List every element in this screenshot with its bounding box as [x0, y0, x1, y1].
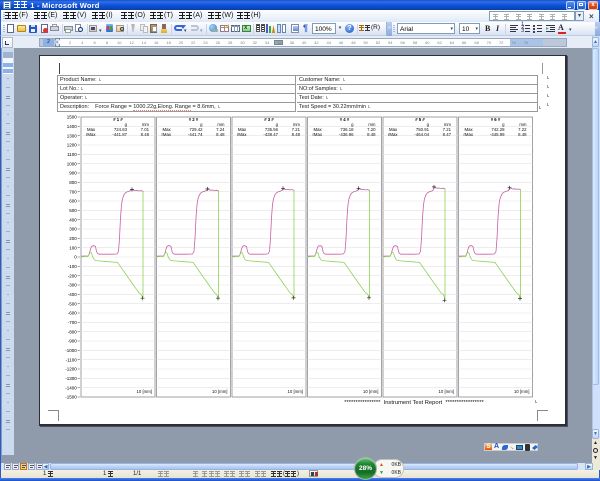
svg-text:-1400: -1400 [65, 385, 77, 390]
svg-text:8.47: 8.47 [443, 132, 452, 137]
svg-text:# 2 #: # 2 # [189, 117, 199, 122]
svg-text:# 6 #: # 6 # [491, 117, 501, 122]
svg-text:# 4 #: # 4 # [340, 117, 350, 122]
svg-text:8.48: 8.48 [518, 132, 527, 137]
svg-text:10 [mm]: 10 [mm] [363, 389, 379, 394]
svg-text:rMax: rMax [86, 132, 96, 137]
svg-text:-1000: -1000 [65, 348, 77, 353]
svg-text:500: 500 [69, 208, 77, 213]
svg-text:-1100: -1100 [66, 357, 78, 362]
svg-text:10 [mm]: 10 [mm] [514, 389, 530, 394]
svg-text:700: 700 [69, 189, 77, 194]
svg-text:rMax: rMax [162, 132, 172, 137]
svg-text:8.48: 8.48 [141, 132, 150, 137]
svg-text:10 [mm]: 10 [mm] [136, 389, 152, 394]
svg-text:600: 600 [69, 199, 77, 204]
svg-text:8.48: 8.48 [292, 132, 301, 137]
svg-text:1500: 1500 [67, 115, 78, 120]
svg-text:-800: -800 [68, 329, 78, 334]
svg-text:-441.74: -441.74 [188, 132, 203, 137]
svg-text:0: 0 [74, 255, 77, 260]
svg-text:100: 100 [69, 245, 77, 250]
svg-text:rMax: rMax [313, 132, 323, 137]
svg-text:-100: -100 [68, 264, 78, 269]
svg-text:1200: 1200 [67, 143, 78, 148]
svg-text:# 3 #: # 3 # [264, 117, 274, 122]
svg-text:rMax: rMax [464, 132, 474, 137]
svg-text:1300: 1300 [67, 133, 78, 138]
svg-text:-500: -500 [68, 301, 78, 306]
svg-text:-600: -600 [68, 311, 78, 316]
svg-text:-1200: -1200 [65, 367, 77, 372]
svg-text:-300: -300 [68, 283, 78, 288]
svg-text:900: 900 [69, 171, 77, 176]
svg-text:1400: 1400 [67, 124, 78, 129]
svg-text:-464.04: -464.04 [414, 132, 429, 137]
svg-text:-900: -900 [68, 339, 78, 344]
svg-text:-400: -400 [68, 292, 78, 297]
svg-text:10 [mm]: 10 [mm] [287, 389, 303, 394]
svg-text:rMax: rMax [237, 132, 247, 137]
svg-text:-438.47: -438.47 [263, 132, 278, 137]
svg-text:10 [mm]: 10 [mm] [438, 389, 454, 394]
svg-text:10 [mm]: 10 [mm] [212, 389, 228, 394]
svg-text:8.48: 8.48 [216, 132, 225, 137]
svg-text:# 5 #: # 5 # [415, 117, 425, 122]
svg-text:rMax: rMax [388, 132, 398, 137]
svg-text:-436.96: -436.96 [339, 132, 354, 137]
svg-text:1100: 1100 [67, 152, 77, 157]
svg-text:-445.99: -445.99 [490, 132, 505, 137]
svg-text:400: 400 [69, 217, 77, 222]
svg-text:1000: 1000 [67, 161, 78, 166]
svg-text:-441.87: -441.87 [112, 132, 127, 137]
svg-text:**************** Instrument T: **************** Instrument Test Report … [344, 400, 484, 406]
svg-text:200: 200 [69, 236, 77, 241]
svg-text:-1500: -1500 [65, 395, 77, 400]
svg-text:300: 300 [69, 227, 77, 232]
svg-text:# 1 #: # 1 # [113, 117, 123, 122]
svg-text:800: 800 [69, 180, 77, 185]
svg-text:-200: -200 [68, 273, 78, 278]
svg-text:-700: -700 [68, 320, 78, 325]
svg-text:-1300: -1300 [65, 376, 77, 381]
svg-text:8.48: 8.48 [367, 132, 376, 137]
